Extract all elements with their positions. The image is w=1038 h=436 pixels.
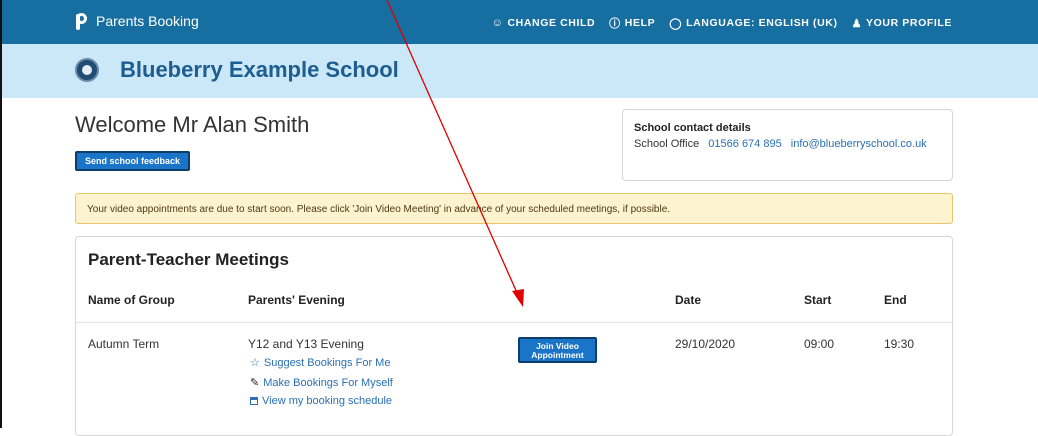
school-name: Blueberry Example School [120, 57, 399, 82]
table-divider [76, 322, 952, 323]
change-child-link[interactable]: ☺ CHANGE CHILD [492, 15, 596, 31]
row-group-name: Autumn Term [88, 337, 160, 351]
profile-link[interactable]: ♟ YOUR PROFILE [852, 15, 952, 31]
header-parents-evening: Parents' Evening [248, 293, 345, 307]
globe-icon: ◯ [669, 17, 683, 30]
make-bookings-link[interactable]: ✎ Make Bookings For Myself [250, 376, 393, 390]
suggest-bookings-label: Suggest Bookings For Me [263, 356, 391, 369]
contact-office-label: School Office [634, 138, 700, 150]
profile-label: YOUR PROFILE [866, 17, 952, 29]
brand-name: Parents Booking [96, 13, 199, 29]
welcome-heading: Welcome Mr Alan Smith [75, 112, 310, 137]
contact-title: School contact details [634, 122, 751, 134]
parents-booking-logo-icon [74, 12, 90, 30]
row-evening-name: Y12 and Y13 Evening [248, 337, 364, 351]
help-link[interactable]: ⓘ HELP [609, 15, 655, 31]
contact-email-link[interactable]: info@blueberryschool.co.uk [791, 138, 927, 150]
video-appointment-alert: Your video appointments are due to start… [75, 193, 953, 224]
join-button-line-2: Appointment [531, 350, 584, 360]
contact-line: School Office 01566 674 895 info@blueber… [634, 138, 927, 150]
join-video-appointment-button[interactable]: Join Video Appointment [518, 337, 597, 363]
school-contact-card: School contact details School Office 015… [622, 109, 953, 181]
meetings-title: Parent-Teacher Meetings [88, 250, 289, 269]
school-logo-icon [75, 58, 99, 82]
change-child-label: CHANGE CHILD [507, 17, 596, 29]
header-date: Date [675, 293, 702, 307]
row-date: 29/10/2020 [675, 337, 736, 351]
pencil-icon: ✎ [250, 377, 260, 389]
person-icon: ♟ [851, 17, 863, 30]
make-bookings-label: Make Bookings For Myself [263, 376, 393, 389]
header-start: Start [804, 293, 832, 307]
contact-phone-link[interactable]: 01566 674 895 [708, 138, 781, 150]
help-icon: ⓘ [609, 18, 621, 30]
language-label: LANGUAGE: ENGLISH (UK) [686, 17, 838, 29]
language-link[interactable]: ◯ LANGUAGE: ENGLISH (UK) [669, 15, 837, 31]
header-end: End [884, 293, 907, 307]
view-schedule-link[interactable]: View my booking schedule [250, 395, 392, 407]
top-navigation-bar: Parents Booking ☺ CHANGE CHILD ⓘ HELP ◯ … [2, 0, 1038, 44]
row-end: 19:30 [884, 337, 915, 351]
suggest-bookings-link[interactable]: ☆ Suggest Bookings For Me [250, 356, 391, 370]
header-name-of-group: Name of Group [88, 293, 175, 307]
people-icon: ☺ [491, 17, 504, 29]
top-nav-links: ☺ CHANGE CHILD ⓘ HELP ◯ LANGUAGE: ENGLIS… [492, 15, 952, 31]
brand[interactable]: Parents Booking [74, 12, 199, 30]
view-schedule-label: View my booking schedule [262, 395, 393, 407]
row-start: 09:00 [804, 337, 835, 351]
send-feedback-button[interactable]: Send school feedback [75, 151, 190, 171]
star-icon: ☆ [250, 357, 260, 369]
calendar-icon [250, 397, 258, 405]
help-label: HELP [624, 17, 656, 29]
meetings-panel: Parent-Teacher Meetings Name of Group Pa… [75, 236, 953, 436]
